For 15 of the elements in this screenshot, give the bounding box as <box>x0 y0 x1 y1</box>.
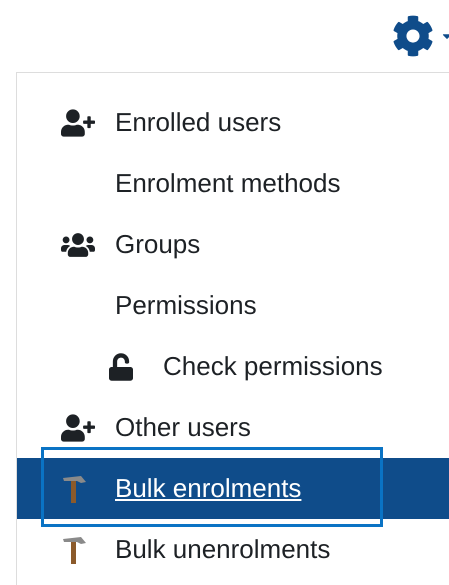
user-plus-icon <box>61 108 95 136</box>
users-icon <box>61 230 95 258</box>
unlocked-padlock-icon <box>109 352 133 380</box>
hammer-icon <box>61 474 87 504</box>
menu-item[interactable]: Other users <box>115 412 251 443</box>
menu-item[interactable]: Groups <box>115 229 200 260</box>
user-plus-icon <box>61 414 95 442</box>
settings-icon[interactable] <box>392 15 434 57</box>
menu-item[interactable]: Bulk enrolments <box>115 473 302 504</box>
menu-item[interactable]: Enrolled users <box>115 107 282 138</box>
menu-item[interactable]: Bulk unenrolments <box>115 534 330 565</box>
menu-item[interactable]: Permissions <box>115 290 257 321</box>
menu-item[interactable]: Enrolment methods <box>115 168 340 199</box>
menu-item[interactable]: Check permissions <box>163 351 383 382</box>
hammer-icon <box>61 534 87 564</box>
